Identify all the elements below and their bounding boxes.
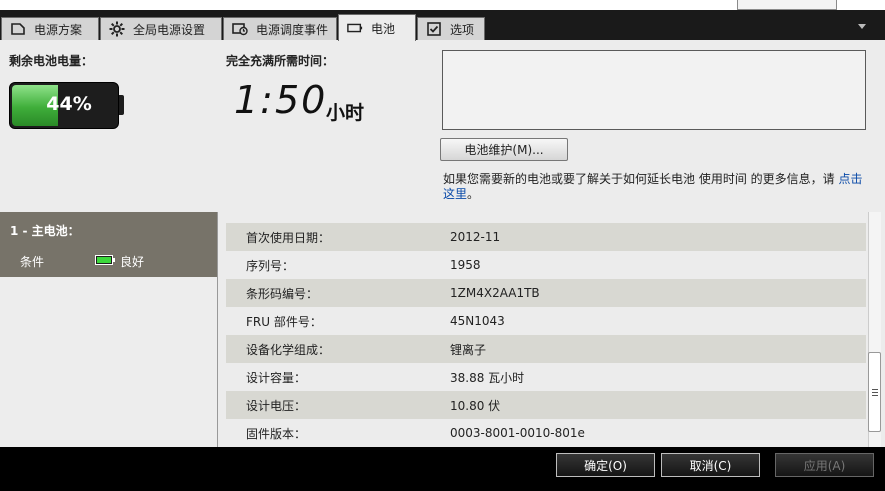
battery-percent: 44%	[46, 93, 92, 115]
title-strip	[0, 0, 885, 10]
charge-time-unit: 小时	[326, 102, 365, 124]
battery-info-box	[442, 50, 866, 130]
battery-list: 1 - 主电池： 条件 良好	[0, 212, 217, 447]
table-row-cut	[226, 212, 866, 216]
table-row: 设计容量： 38.88 瓦小时	[226, 363, 866, 391]
plan-icon	[10, 22, 26, 36]
battery-gauge-cap	[119, 95, 124, 115]
table-row: 序列号： 1958	[226, 251, 866, 279]
battery-maintenance-button[interactable]: 电池维护(M)...	[440, 138, 568, 161]
tab-battery[interactable]: 电池	[338, 14, 416, 41]
detail-key: 条形码编号：	[246, 286, 319, 301]
table-row: 设计电压： 10.80 伏	[226, 391, 866, 419]
table-row: 设备化学组成： 锂离子	[226, 335, 866, 363]
detail-value: 38.88 瓦小时	[450, 370, 525, 385]
detail-key: 首次使用日期：	[246, 230, 331, 245]
detail-key: 设备化学组成：	[246, 342, 331, 357]
table-row: 固件版本： 0003-8001-0010-801e	[226, 419, 866, 447]
tab-label: 选项	[450, 22, 475, 37]
battery-icon	[347, 21, 363, 35]
battery-summary-panel: 剩余电池电量： 44% 完全充满所需时间： 1:50 小时 电池维护(M)...…	[0, 40, 885, 212]
apply-button[interactable]: 应用(A)	[775, 453, 874, 477]
tab-label: 电源方案	[34, 22, 83, 37]
list-item-main-battery[interactable]: 1 - 主电池： 条件 良好	[0, 212, 217, 277]
table-row: 条形码编号： 1ZM4X2AA1TB	[226, 279, 866, 307]
cancel-button[interactable]: 取消(C)	[661, 453, 760, 477]
help-text-suffix: 。	[467, 187, 480, 201]
tab-options[interactable]: 选项	[417, 17, 485, 40]
charge-time-value: 1:50	[234, 78, 328, 122]
scrollbar-thumb[interactable]	[868, 352, 881, 432]
condition-value: 良好	[120, 255, 145, 269]
remaining-capacity-label: 剩余电池电量：	[9, 54, 94, 68]
detail-key: 固件版本：	[246, 426, 307, 441]
tab-label: 全局电源设置	[133, 22, 206, 37]
tab-global-settings[interactable]: 全局电源设置	[100, 17, 222, 40]
detail-value: 0003-8001-0010-801e	[450, 426, 585, 440]
detail-key: 序列号：	[246, 258, 295, 273]
tab-label: 电源调度事件	[256, 22, 329, 37]
grip-icon	[872, 389, 878, 390]
battery-gauge: 44%	[9, 82, 119, 129]
tab-overflow-arrow-icon[interactable]	[858, 24, 866, 29]
detail-value: 10.80 伏	[450, 398, 501, 413]
table-row: 首次使用日期： 2012-11	[226, 223, 866, 251]
tab-power-schedule[interactable]: 电源调度事件	[223, 17, 337, 40]
main-battery-title: 1 - 主电池：	[10, 224, 80, 238]
schedule-icon	[232, 22, 248, 36]
help-text-body: 如果您需要新的电池或要了解关于如何延长电池 使用时间 的更多信息，请	[443, 172, 835, 186]
table-row: FRU 部件号： 45N1043	[226, 307, 866, 335]
checkbox-icon	[426, 22, 442, 36]
window-system-button[interactable]	[737, 0, 837, 10]
detail-value: 2012-11	[450, 230, 501, 244]
details-scrollbar[interactable]	[866, 212, 884, 447]
ok-button[interactable]: 确定(O)	[556, 453, 655, 477]
detail-value: 1958	[450, 258, 481, 272]
gear-icon	[109, 21, 125, 37]
detail-key: 设计容量：	[246, 370, 307, 385]
condition-label: 条件	[20, 255, 45, 269]
detail-key: FRU 部件号：	[246, 314, 322, 329]
tab-label: 电池	[371, 21, 396, 36]
detail-key: 设计电压：	[246, 398, 307, 413]
help-text: 如果您需要新的电池或要了解关于如何延长电池 使用时间 的更多信息，请 点击这里。	[443, 172, 863, 202]
detail-value: 锂离子	[450, 342, 487, 357]
detail-value: 45N1043	[450, 314, 505, 328]
charge-time-label: 完全充满所需时间：	[226, 54, 335, 68]
dialog-button-bar: 确定(O) 取消(C) 应用(A)	[0, 447, 885, 491]
condition-battery-icon	[95, 255, 115, 265]
detail-value: 1ZM4X2AA1TB	[450, 286, 540, 300]
battery-details-panel: 首次使用日期： 2012-11 序列号： 1958 条形码编号： 1ZM4X2A…	[217, 212, 885, 447]
tab-bar: 电源方案 全局电源设置 电源调度事件 电池 选项	[0, 10, 885, 41]
tab-power-plans[interactable]: 电源方案	[1, 17, 99, 40]
